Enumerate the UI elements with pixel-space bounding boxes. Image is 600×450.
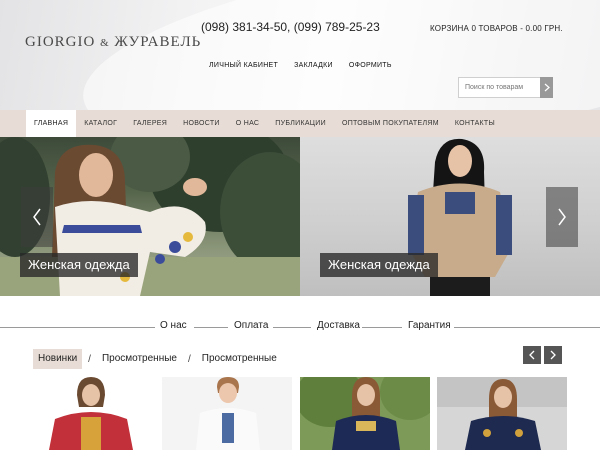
slide-caption[interactable]: Женская одежда	[320, 253, 438, 277]
logo-ampersand: &	[100, 37, 110, 49]
tab-viewed-2[interactable]: Просмотренные	[197, 349, 282, 369]
chevron-right-icon	[558, 208, 566, 226]
chevron-right-icon	[544, 83, 550, 92]
divider	[0, 327, 155, 328]
logo-main-text: GIORGIO	[25, 34, 96, 50]
site-header: GIORGIO & ЖУРАВЕЛЬ (098) 381-34-50, (099…	[0, 0, 600, 110]
nav-item-contacts[interactable]: КОНТАКТЫ	[447, 110, 503, 137]
carousel-next-button[interactable]	[544, 346, 562, 364]
nav-item-about[interactable]: О НАС	[228, 110, 268, 137]
checkout-link[interactable]: ОФОРМИТЬ	[349, 62, 392, 69]
hero-slider: Женская одежда Женская одежда	[0, 137, 600, 296]
info-links-bar: О нас Оплата Доставка Гарантия	[0, 318, 600, 336]
tab-viewed[interactable]: Просмотренные	[97, 349, 182, 369]
product-tabs: Новинки / Просмотренные / Просмотренные	[33, 349, 282, 369]
slide-caption[interactable]: Женская одежда	[20, 253, 138, 277]
product-image	[49, 377, 133, 450]
carousel-prev-button[interactable]	[523, 346, 541, 364]
slider-next-button[interactable]	[546, 187, 578, 247]
site-logo[interactable]: GIORGIO & ЖУРАВЕЛЬ	[25, 34, 201, 51]
search-box	[458, 77, 553, 98]
divider	[273, 327, 311, 328]
chevron-left-icon	[33, 208, 41, 226]
tab-new[interactable]: Новинки	[33, 349, 83, 369]
product-card[interactable]	[437, 377, 567, 450]
divider	[454, 327, 600, 328]
nav-item-news[interactable]: НОВОСТИ	[175, 110, 228, 137]
info-link-guarantee[interactable]: Гарантия	[408, 320, 451, 331]
info-link-about[interactable]: О нас	[160, 320, 187, 331]
cart-summary[interactable]: КОРЗИНА 0 ТОВАРОВ - 0.00 ГРН.	[430, 24, 563, 33]
info-link-payment[interactable]: Оплата	[234, 320, 268, 331]
account-links: ЛИЧНЫЙ КАБИНЕТ ЗАКЛАДКИ ОФОРМИТЬ	[209, 62, 392, 69]
divider	[194, 327, 228, 328]
nav-item-wholesale[interactable]: ОПТОВЫМ ПОКУПАТЕЛЯМ	[334, 110, 447, 137]
info-link-delivery[interactable]: Доставка	[317, 320, 360, 331]
nav-item-catalog[interactable]: КАТАЛОГ	[76, 110, 125, 137]
nav-item-home[interactable]: ГЛАВНАЯ	[26, 110, 77, 137]
product-card[interactable]	[162, 377, 292, 450]
product-image	[196, 377, 260, 450]
logo-second-text: ЖУРАВЕЛЬ	[114, 34, 202, 50]
main-navigation: ГЛАВНАЯ КАТАЛОГ ГАЛЕРЕЯ НОВОСТИ О НАС ПУ…	[0, 110, 600, 137]
chevron-left-icon	[529, 350, 535, 360]
search-button[interactable]	[540, 77, 553, 98]
account-link[interactable]: ЛИЧНЫЙ КАБИНЕТ	[209, 62, 278, 69]
nav-item-publications[interactable]: ПУБЛИКАЦИИ	[267, 110, 334, 137]
slider-prev-button[interactable]	[21, 187, 53, 247]
product-image	[300, 377, 430, 450]
tab-separator: /	[187, 353, 191, 365]
phone-numbers: (098) 381-34-50, (099) 789-25-23	[201, 20, 380, 34]
product-card[interactable]	[25, 377, 155, 450]
tab-separator: /	[88, 353, 91, 365]
nav-item-gallery[interactable]: ГАЛЕРЕЯ	[125, 110, 175, 137]
chevron-right-icon	[550, 350, 556, 360]
product-image	[437, 377, 567, 450]
bookmarks-link[interactable]: ЗАКЛАДКИ	[294, 62, 333, 69]
divider	[362, 327, 402, 328]
product-card[interactable]	[300, 377, 430, 450]
search-input[interactable]	[458, 77, 540, 98]
